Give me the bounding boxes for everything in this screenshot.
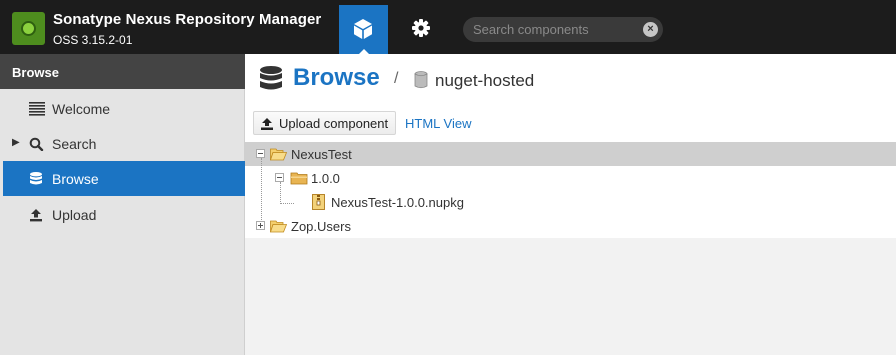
sidebar-item-label: Search — [52, 136, 97, 152]
page-title: Browse — [293, 64, 380, 91]
repository-icon — [414, 71, 428, 89]
gear-icon — [412, 19, 430, 37]
app-version: OSS 3.15.2-01 — [53, 33, 133, 47]
sidebar-item-label: Welcome — [52, 101, 111, 117]
tree-node-label: 1.0.0 — [311, 171, 340, 186]
cube-icon — [354, 19, 372, 39]
tree-node-label: Zop.Users — [291, 219, 351, 234]
expand-arrow-icon[interactable]: ▶ — [12, 137, 20, 148]
sidebar: Browse Welcome ▶ Search Browse Upload — [0, 54, 245, 355]
database-icon — [260, 66, 282, 90]
package-folder-icon — [290, 172, 308, 185]
upload-icon — [30, 209, 42, 222]
list-icon — [29, 102, 45, 116]
sidebar-item-search[interactable]: ▶ Search — [3, 126, 245, 161]
sidebar-item-label: Browse — [52, 171, 99, 187]
browse-mode-button[interactable] — [339, 5, 388, 55]
database-icon — [30, 172, 42, 185]
nexus-logo-icon — [12, 12, 45, 45]
search-icon — [29, 137, 44, 151]
sidebar-item-label: Upload — [52, 207, 97, 223]
app-title: Sonatype Nexus Repository Manager — [53, 11, 322, 28]
html-view-link[interactable]: HTML View — [405, 116, 471, 131]
repository-name: nuget-hosted — [435, 71, 535, 90]
archive-file-icon — [312, 194, 325, 210]
tree-node-asset[interactable]: NexusTest-1.0.0.nupkg — [245, 190, 896, 214]
tree-node-label: NexusTest-1.0.0.nupkg — [331, 195, 464, 210]
tree-node-zop-users[interactable]: Zop.Users — [245, 214, 896, 238]
main-panel: Browse / nuget-hosted Upload component H… — [245, 54, 896, 355]
component-tree: NexusTest 1.0.0 NexusTest-1.0.0.nupkg Zo… — [245, 142, 896, 238]
sidebar-item-welcome[interactable]: Welcome — [3, 91, 245, 126]
top-header: Sonatype Nexus Repository Manager OSS 3.… — [0, 0, 896, 55]
tree-node-label: NexusTest — [291, 147, 352, 162]
expand-toggle-icon[interactable] — [256, 221, 265, 230]
open-folder-icon — [270, 220, 287, 233]
administration-button[interactable] — [401, 10, 441, 48]
collapse-toggle-icon[interactable] — [256, 149, 265, 158]
sidebar-item-upload[interactable]: Upload — [3, 197, 245, 232]
upload-button-label: Upload component — [279, 116, 389, 131]
collapse-toggle-icon[interactable] — [275, 173, 284, 182]
open-folder-icon — [270, 148, 287, 161]
upload-icon — [261, 118, 273, 130]
sidebar-item-browse[interactable]: Browse — [3, 161, 245, 196]
search-input[interactable] — [473, 21, 638, 38]
upload-component-button[interactable]: Upload component — [253, 111, 396, 135]
tree-node-nexustest[interactable]: NexusTest — [245, 142, 896, 166]
main-header: Browse / nuget-hosted Upload component H… — [245, 54, 896, 142]
sidebar-header: Browse — [0, 54, 245, 89]
clear-search-icon[interactable]: × — [643, 22, 658, 37]
breadcrumb-separator: / — [394, 70, 399, 87]
search-box: × — [463, 17, 663, 42]
tree-node-version[interactable]: 1.0.0 — [245, 166, 896, 190]
